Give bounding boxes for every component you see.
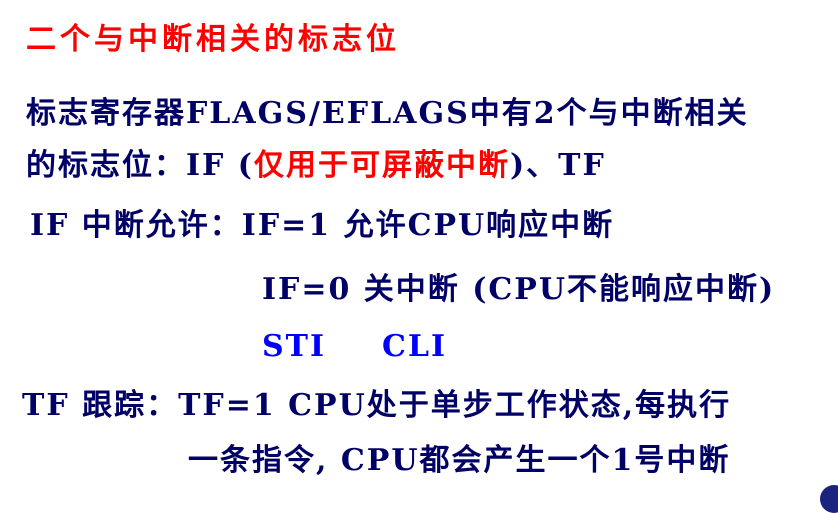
intro-line-2-end: )、TF — [509, 148, 606, 183]
sti-instruction: STI — [262, 329, 327, 364]
tf-line-2: 一条指令, CPU都会产生一个1号中断 — [188, 443, 731, 478]
tf-line-1: TF 跟踪：TF=1 CPU处于单步工作状态,每执行 — [22, 388, 732, 423]
maskable-interrupt-note: 仅用于可屏蔽中断 — [253, 148, 510, 183]
instruction-line: STI CLI — [262, 327, 447, 367]
intro-line-2-start: 的标志位：IF ( — [26, 148, 254, 183]
slide-title: 二个与中断相关的标志位 — [26, 22, 400, 57]
if-label: IF 中断允许： — [30, 208, 242, 243]
intro-line-2: 的标志位：IF (仅用于可屏蔽中断)、TF — [26, 146, 606, 186]
if-equals-1: IF=1 允许CPU响应中断 — [241, 208, 615, 243]
if-equals-0: IF=0 关中断 (CPU不能响应中断) — [262, 272, 776, 307]
intro-line-1: 标志寄存器FLAGS/EFLAGS中有2个与中断相关 — [26, 96, 749, 131]
cli-instruction: CLI — [382, 329, 448, 364]
corner-decoration — [820, 485, 838, 513]
if-enable-line: IF 中断允许：IF=1 允许CPU响应中断 — [30, 206, 614, 246]
